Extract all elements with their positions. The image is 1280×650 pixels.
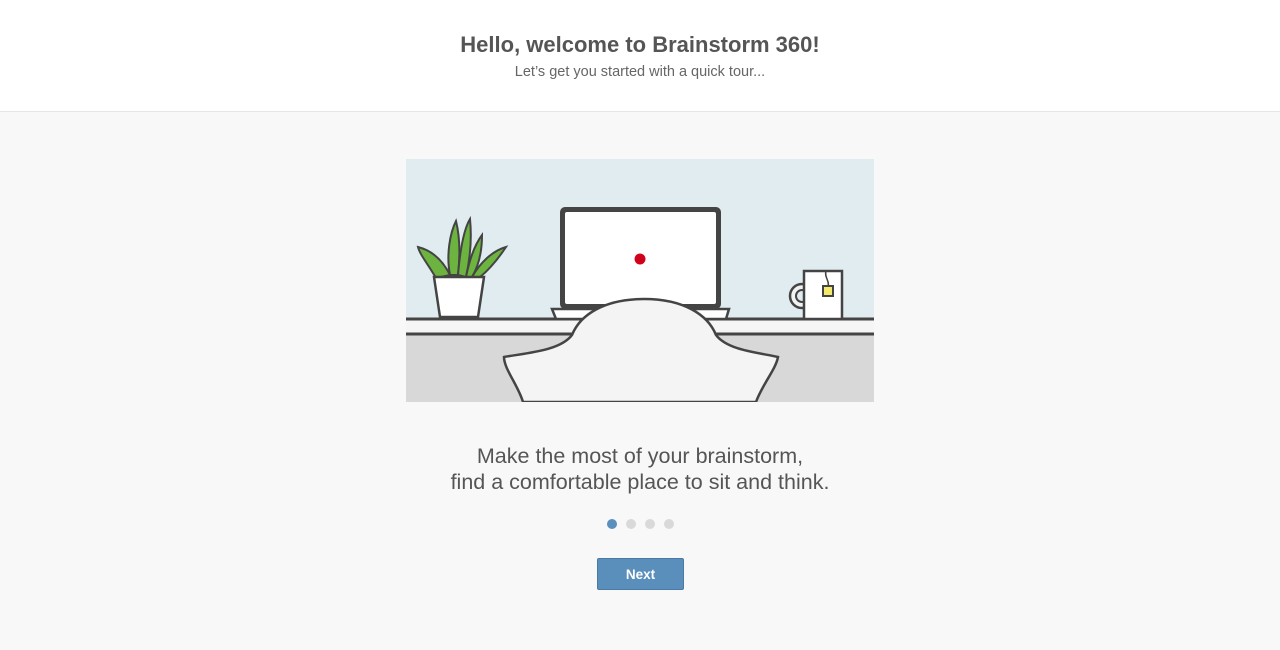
- pagination-dot-2[interactable]: [625, 519, 636, 529]
- pagination-dot-3[interactable]: [644, 519, 655, 529]
- pagination-dot-1[interactable]: [606, 519, 617, 529]
- welcome-header: Hello, welcome to Brainstorm 360! Let’s …: [0, 0, 1280, 112]
- caption-line-1: Make the most of your brainstorm,: [476, 444, 804, 468]
- caption-line-2: find a comfortable place to sit and thin…: [450, 470, 830, 494]
- pagination-dot-4[interactable]: [663, 519, 674, 529]
- record-dot: [634, 253, 646, 265]
- slide-caption: Make the most of your brainstorm, find a…: [0, 443, 1280, 495]
- pagination-dots: [0, 519, 1280, 529]
- desk-illustration: [406, 159, 874, 402]
- page-subtitle: Let’s get you started with a quick tour.…: [514, 64, 766, 80]
- next-button[interactable]: Next: [597, 558, 684, 590]
- page-title: Hello, welcome to Brainstorm 360!: [460, 32, 820, 57]
- tea-tag: [822, 285, 834, 297]
